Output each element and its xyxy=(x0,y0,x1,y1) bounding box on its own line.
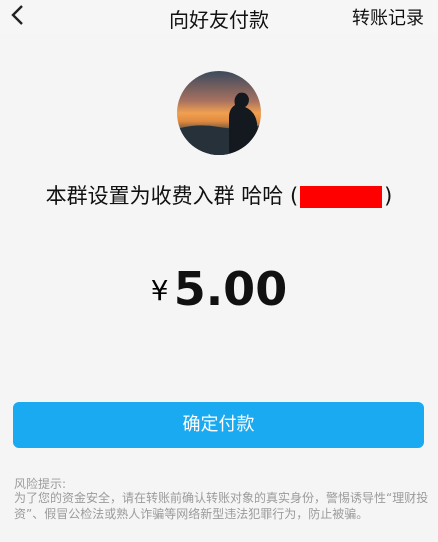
payee-description: 本群设置为收费入群 哈哈 () xyxy=(0,180,438,210)
payee-description-suffix: ) xyxy=(384,184,393,208)
currency-symbol: ¥ xyxy=(150,274,169,307)
redacted-id xyxy=(300,186,383,208)
transfer-record-link[interactable]: 转账记录 xyxy=(352,4,424,30)
payee-description-prefix: 本群设置为收费入群 哈哈 ( xyxy=(45,184,299,208)
top-navigation-bar: 向好友付款 转账记录 xyxy=(0,0,438,34)
risk-notice-body: 为了您的资金安全，请在转账前确认转账对象的真实身份，警惕诱导性“理财投资”、假冒… xyxy=(14,491,429,521)
payment-amount: ¥ 5.00 xyxy=(0,262,438,316)
confirm-payment-button[interactable]: 确定付款 xyxy=(13,402,424,448)
amount-value: 5.00 xyxy=(173,262,288,316)
avatar xyxy=(177,71,261,155)
